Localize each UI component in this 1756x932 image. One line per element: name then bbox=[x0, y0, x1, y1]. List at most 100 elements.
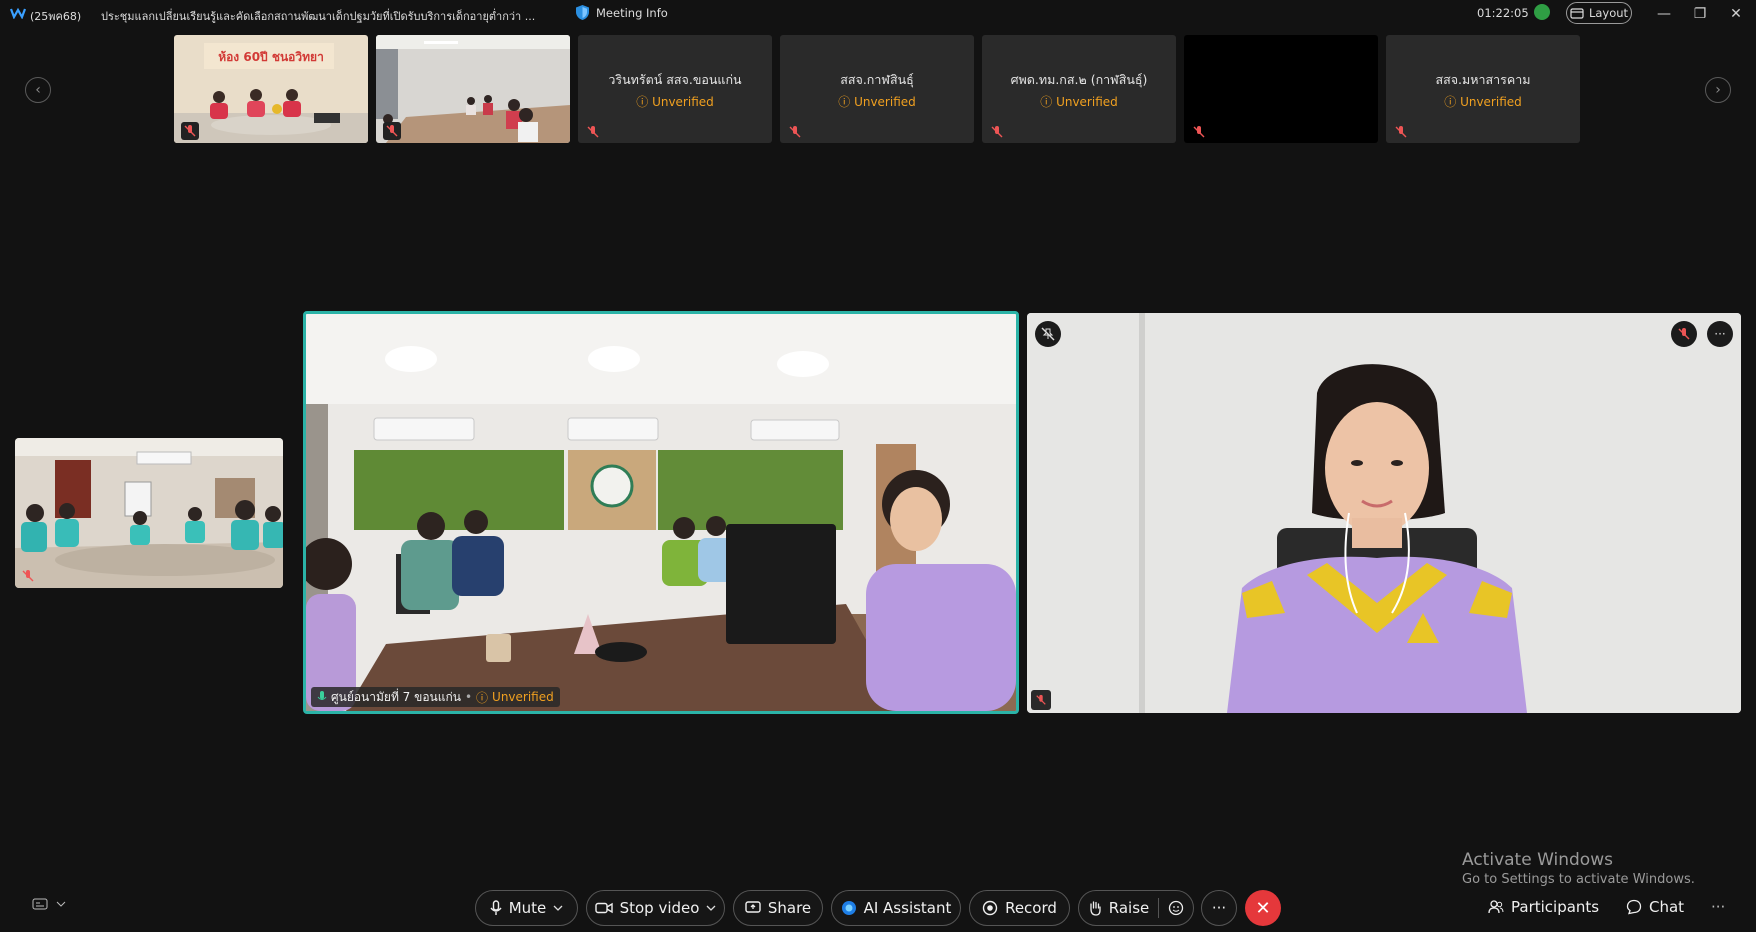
participant-tile-name-3[interactable]: ศพด.ทม.กส.๒ (กาฬสินธุ์) ⓘ Unverified bbox=[982, 35, 1176, 143]
shield-icon bbox=[576, 5, 589, 20]
chat-icon bbox=[1626, 899, 1642, 915]
unverified-badge: ⓘ Unverified bbox=[982, 93, 1176, 110]
mic-off-icon bbox=[587, 126, 599, 138]
meeting-info-button[interactable]: Meeting Info bbox=[575, 4, 668, 21]
video-feed bbox=[306, 314, 1016, 711]
chevron-down-icon bbox=[706, 905, 716, 911]
record-icon bbox=[982, 900, 998, 916]
mic-off-icon bbox=[1193, 126, 1205, 138]
raise-hand-button[interactable]: Raise bbox=[1078, 890, 1194, 926]
participant-tile-video-1[interactable]: ห้อง 60ปี ชนอวิทยา bbox=[174, 35, 368, 143]
participant-tile-black[interactable] bbox=[1184, 35, 1378, 143]
captions-icon bbox=[32, 898, 48, 910]
participant-name: ศพด.ทม.กส.๒ (กาฬสินธุ์) bbox=[1010, 72, 1148, 87]
chevron-down-icon bbox=[553, 905, 563, 911]
clock-warning-icon: ⓘ bbox=[1040, 95, 1053, 109]
unverified-label: Unverified bbox=[1056, 95, 1118, 109]
unverified-badge: ⓘ Unverified bbox=[780, 93, 974, 110]
hand-icon bbox=[1090, 901, 1101, 916]
clock-warning-icon: ⓘ bbox=[1444, 95, 1457, 109]
mic-off-icon bbox=[22, 570, 34, 582]
watermark-subtitle: Go to Settings to activate Windows. bbox=[1462, 872, 1695, 887]
unverified-badge: ⓘ Unverified bbox=[1386, 93, 1580, 110]
participant-video-large[interactable]: ··· bbox=[1027, 313, 1741, 713]
mic-off-icon bbox=[181, 122, 199, 140]
clock-warning-icon: ⓘ bbox=[476, 690, 489, 705]
chevron-down-icon bbox=[56, 901, 66, 907]
participants-icon bbox=[1488, 900, 1504, 914]
unverified-label: Unverified bbox=[1460, 95, 1522, 109]
participant-tile-video-2[interactable] bbox=[376, 35, 570, 143]
participants-label: Participants bbox=[1511, 898, 1600, 916]
more-icon: ··· bbox=[1211, 899, 1227, 917]
layout-button[interactable]: Layout bbox=[1566, 2, 1632, 24]
chat-label: Chat bbox=[1649, 898, 1685, 916]
more-options-button[interactable]: ··· bbox=[1201, 890, 1237, 926]
close-icon: ✕ bbox=[1255, 897, 1271, 919]
participant-tile-name-1[interactable]: วรินทรัตน์ สสจ.ขอนแก่น ⓘ Unverified bbox=[578, 35, 772, 143]
participant-name: สสจ.กาฬสินธุ์ bbox=[840, 72, 914, 87]
pin-off-icon bbox=[1041, 327, 1055, 341]
watermark-title: Activate Windows bbox=[1462, 850, 1613, 870]
speaker-name-label: ศูนย์อนามัยที่ 7 ขอนแก่น • ⓘ Unverified bbox=[311, 687, 560, 707]
room-caption: ห้อง 60ปี ชนอวิทยา bbox=[218, 50, 324, 64]
participant-video-small[interactable] bbox=[15, 438, 283, 588]
unpin-button[interactable] bbox=[1035, 321, 1061, 347]
mic-off-icon bbox=[991, 126, 1003, 138]
speaker-name: ศูนย์อนามัยที่ 7 ขอนแก่น bbox=[331, 689, 461, 704]
microphone-icon bbox=[490, 900, 502, 915]
share-label: Share bbox=[767, 899, 812, 917]
tile-more-button[interactable]: ··· bbox=[1707, 321, 1733, 347]
participant-name: วรินทรัตน์ สสจ.ขอนแก่น bbox=[608, 72, 742, 87]
chevron-left-icon: ‹ bbox=[35, 82, 41, 98]
record-label: Record bbox=[1005, 899, 1057, 917]
overflow-menu-button[interactable]: ··· bbox=[1711, 898, 1725, 916]
captions-button[interactable] bbox=[32, 898, 66, 910]
participant-tile-name-2[interactable]: สสจ.กาฬสินธุ์ ⓘ Unverified bbox=[780, 35, 974, 143]
video-feed bbox=[1027, 313, 1741, 713]
video-feed bbox=[15, 438, 283, 588]
mute-label: Mute bbox=[508, 899, 547, 917]
clock-warning-icon: ⓘ bbox=[636, 95, 649, 109]
webex-logo-icon bbox=[10, 7, 26, 19]
restore-button[interactable]: ❐ bbox=[1687, 4, 1713, 24]
clock-warning-icon: ⓘ bbox=[838, 95, 851, 109]
video-feed bbox=[376, 35, 570, 143]
filmstrip-next-button[interactable]: › bbox=[1705, 77, 1731, 103]
layout-icon bbox=[1570, 7, 1584, 19]
tile-mic-status bbox=[1031, 690, 1051, 710]
mic-off-icon bbox=[789, 126, 801, 138]
end-call-button[interactable]: ✕ bbox=[1245, 890, 1281, 926]
chevron-right-icon: › bbox=[1715, 82, 1721, 98]
more-icon: ··· bbox=[1711, 898, 1726, 916]
filmstrip-prev-button[interactable]: ‹ bbox=[25, 77, 51, 103]
activate-windows-watermark: Activate Windows Go to Settings to activ… bbox=[1462, 850, 1695, 887]
participant-tile-name-4[interactable]: สสจ.มหาสารคาม ⓘ Unverified bbox=[1386, 35, 1580, 143]
mute-button[interactable]: Mute bbox=[475, 890, 578, 926]
ai-assistant-label: AI Assistant bbox=[863, 899, 952, 917]
recording-indicator-icon[interactable] bbox=[1534, 4, 1550, 20]
speaker-status: Unverified bbox=[492, 690, 554, 704]
unverified-label: Unverified bbox=[652, 95, 714, 109]
meeting-timer: 01:22:05 bbox=[1477, 6, 1529, 20]
share-screen-icon bbox=[745, 901, 761, 913]
title-bar: (25พค68) ประชุมแลกเปลี่ยนเรียนรู้และคัดเ… bbox=[0, 0, 1756, 28]
reactions-icon bbox=[1169, 900, 1184, 916]
tile-mute-indicator[interactable] bbox=[1671, 321, 1697, 347]
mic-off-icon bbox=[1678, 328, 1690, 340]
share-button[interactable]: Share bbox=[733, 890, 823, 926]
minimize-button[interactable]: — bbox=[1651, 4, 1677, 24]
video-camera-icon bbox=[594, 902, 613, 914]
unverified-label: Unverified bbox=[854, 95, 916, 109]
stop-video-button[interactable]: Stop video bbox=[586, 890, 725, 926]
close-window-button[interactable]: ✕ bbox=[1723, 4, 1749, 24]
participants-button[interactable]: Participants bbox=[1488, 898, 1599, 916]
layout-label: Layout bbox=[1588, 6, 1629, 20]
mic-on-icon bbox=[317, 691, 327, 700]
chat-button[interactable]: Chat bbox=[1626, 898, 1684, 916]
active-speaker-video[interactable]: ศูนย์อนามัยที่ 7 ขอนแก่น • ⓘ Unverified bbox=[303, 311, 1019, 714]
mic-off-icon bbox=[383, 122, 401, 140]
record-button[interactable]: Record bbox=[969, 890, 1070, 926]
ai-assistant-button[interactable]: AI Assistant bbox=[831, 890, 961, 926]
mic-off-icon bbox=[1036, 694, 1046, 705]
